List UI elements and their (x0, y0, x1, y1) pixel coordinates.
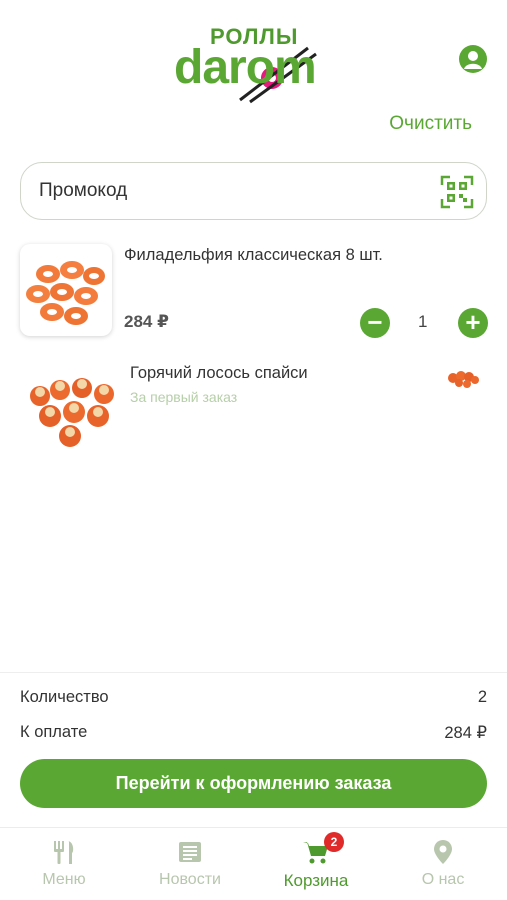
promo-code-input[interactable] (39, 177, 419, 205)
clear-cart-button[interactable]: Очистить (389, 113, 472, 135)
gift-thumbnail-image (448, 371, 479, 388)
newspaper-icon (176, 838, 204, 866)
increase-quantity-button[interactable]: + (458, 308, 488, 338)
item-price: 284 ₽ (124, 312, 169, 331)
tab-cart-label: Корзина (283, 871, 349, 890)
tab-news-label: Новости (159, 871, 221, 888)
item-name: Филадельфия классическая 8 шт. (124, 246, 383, 264)
map-pin-icon (429, 838, 457, 866)
promo-field[interactable] (20, 162, 487, 220)
gift-name: Горячий лосось спайси (130, 364, 308, 382)
gift-item: Горячий лосось спайси За первый заказ (20, 360, 487, 450)
total-label: К оплате (20, 723, 88, 741)
decrease-quantity-button[interactable]: − (360, 308, 390, 338)
bottom-tab-bar: Меню Новости 2 Корзина О нас (0, 827, 507, 900)
item-quantity: 1 (418, 312, 428, 331)
tab-about-label: О нас (421, 871, 465, 888)
app-header: РОЛЛЫ darom (0, 0, 507, 110)
quantity-summary-row: Количество 2 (20, 688, 487, 707)
user-circle-icon[interactable] (459, 45, 487, 73)
checkout-button[interactable]: Перейти к оформлению заказа (20, 759, 487, 808)
gift-subtitle: За первый заказ (130, 389, 238, 405)
tab-cart[interactable]: 2 Корзина (256, 832, 376, 891)
tab-menu[interactable]: Меню (4, 838, 124, 889)
tab-menu-label: Меню (42, 871, 86, 888)
total-summary-row: К оплате 284 ₽ (20, 723, 487, 742)
tab-news[interactable]: Новости (130, 838, 250, 889)
quantity-label: Количество (20, 688, 109, 706)
brand-logo: РОЛЛЫ darom (170, 22, 340, 104)
qr-code-icon[interactable] (440, 175, 474, 209)
hot-roll-image[interactable] (26, 370, 122, 450)
summary-divider (0, 672, 507, 673)
fork-knife-icon (50, 838, 78, 866)
cart-item: Филадельфия классическая 8 шт. 284 ₽ − 1… (20, 244, 488, 340)
roll-set-image[interactable] (20, 244, 112, 336)
quantity-value: 2 (477, 688, 487, 706)
cart-badge: 2 (324, 832, 344, 852)
logo-main-text: darom (174, 41, 317, 94)
tab-about[interactable]: О нас (383, 838, 503, 889)
total-value: 284 ₽ (444, 724, 487, 742)
